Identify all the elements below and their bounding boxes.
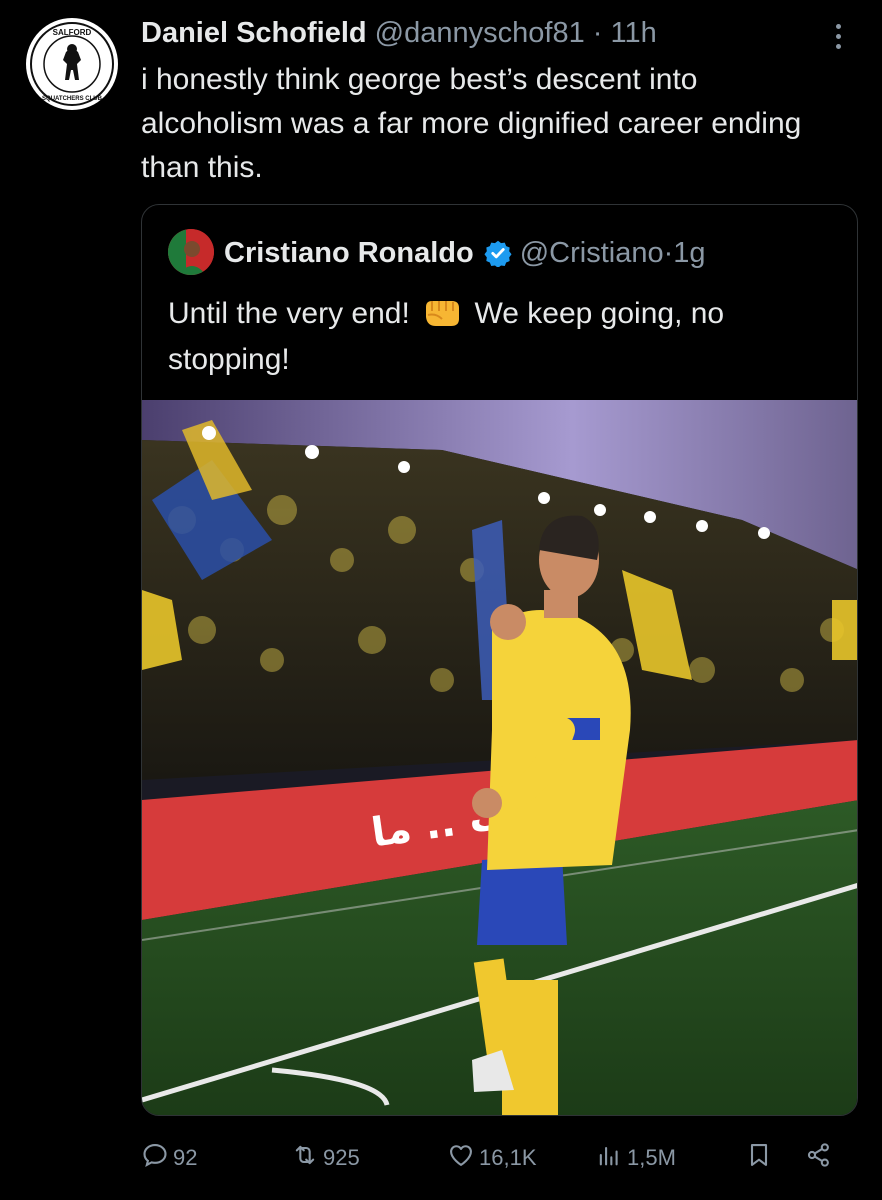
author-name[interactable]: Daniel Schofield (141, 17, 367, 49)
like-icon (447, 1141, 475, 1175)
share-button[interactable] (805, 1138, 833, 1178)
views-icon (595, 1141, 623, 1175)
quoted-time[interactable]: 1g (673, 235, 705, 271)
author-handle[interactable]: @dannyschof81 (375, 17, 585, 49)
avatar-logo-text: SALFORD (53, 28, 92, 37)
retweet-button[interactable]: 925 (291, 1138, 360, 1178)
quoted-text: Until the very end! We keep going, no st… (168, 291, 828, 383)
quoted-author-avatar[interactable] (168, 229, 214, 275)
retweet-count: 925 (323, 1145, 360, 1170)
views-count: 1,5M (627, 1145, 676, 1170)
more-icon[interactable] (826, 18, 850, 54)
share-icon (805, 1141, 833, 1175)
tweet-time[interactable]: 11h (611, 17, 657, 49)
action-bar: 92 925 16,1K 1,5M (141, 1138, 851, 1178)
oncoming-fist-emoji-icon (422, 297, 462, 329)
reply-count: 92 (173, 1145, 198, 1170)
author-avatar[interactable]: SALFORD SQUATCHERS CLUB (26, 18, 118, 110)
quoted-author-handle[interactable]: @Cristiano (520, 235, 664, 271)
avatar-logo-subtext: SQUATCHERS CLUB (42, 96, 103, 102)
quoted-author-name[interactable]: Cristiano Ronaldo (224, 235, 474, 271)
bookmark-button[interactable] (745, 1138, 773, 1178)
quoted-tweet[interactable]: Cristiano Ronaldo @Cristiano · 1g Until … (141, 204, 858, 1116)
reply-icon (141, 1141, 169, 1175)
like-button[interactable]: 16,1K (447, 1138, 537, 1178)
quoted-media-photo[interactable]: الشباب .. ما (142, 400, 857, 1115)
reply-button[interactable]: 92 (141, 1138, 197, 1178)
header-separator: · (592, 17, 603, 49)
quoted-header: Cristiano Ronaldo @Cristiano · 1g (224, 235, 706, 271)
verified-icon (484, 239, 512, 268)
quoted-header-separator: · (663, 237, 674, 269)
views-button[interactable]: 1,5M (595, 1138, 676, 1178)
retweet-icon (291, 1141, 319, 1175)
tweet-header: Daniel Schofield @dannyschof81 · 11h (141, 16, 657, 50)
quoted-text-part-1: Until the very end! (168, 297, 410, 330)
bookmark-icon (745, 1141, 773, 1175)
tweet-text: i honestly think george best’s descent i… (141, 63, 802, 184)
like-count: 16,1K (479, 1145, 537, 1170)
tweet[interactable]: SALFORD SQUATCHERS CLUB Daniel Schofield… (0, 0, 882, 1200)
